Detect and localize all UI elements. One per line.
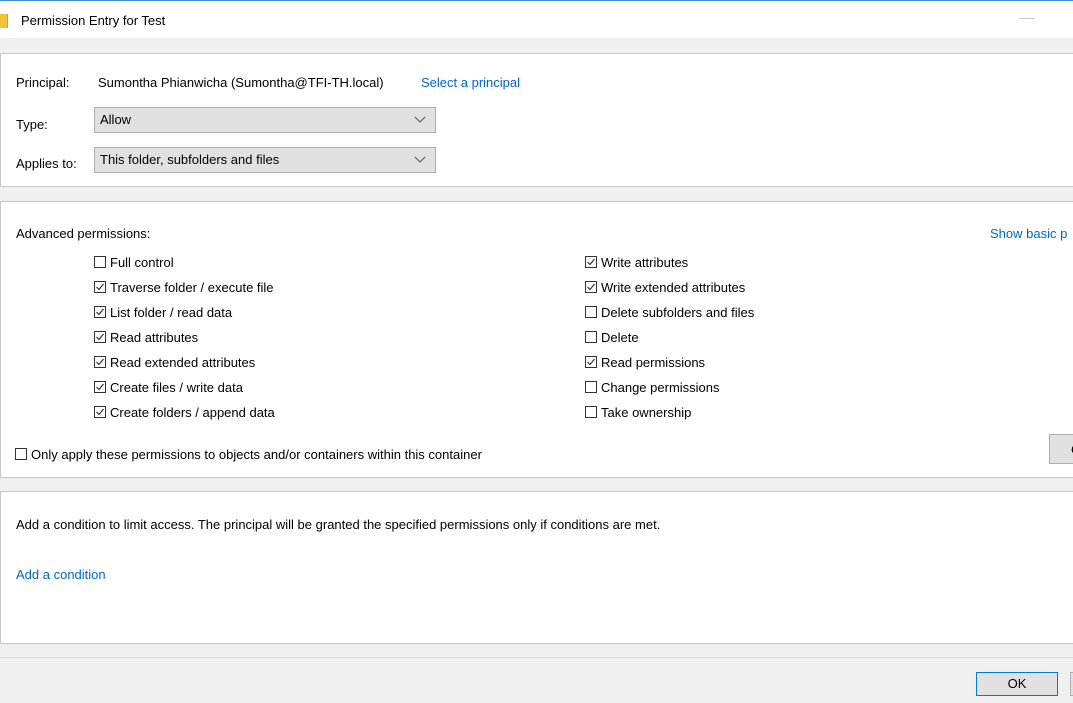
select-principal-link[interactable]: Select a principal	[421, 75, 520, 90]
permission-checkbox[interactable]: Write attributes	[585, 253, 688, 271]
permission-checkbox[interactable]: Create files / write data	[94, 378, 243, 396]
checkbox-checked[interactable]	[94, 306, 106, 318]
checkbox-checked[interactable]	[94, 381, 106, 393]
permission-label: Take ownership	[601, 404, 692, 420]
permission-checkbox[interactable]: Take ownership	[585, 403, 691, 421]
checkbox-checked[interactable]	[94, 406, 106, 418]
permission-label: Create folders / append data	[110, 404, 275, 420]
type-dropdown-value: Allow	[100, 112, 132, 127]
permission-checkbox[interactable]: Change permissions	[585, 378, 720, 396]
permission-checkbox[interactable]: Delete subfolders and files	[585, 303, 754, 321]
advanced-permissions-heading: Advanced permissions:	[16, 226, 151, 241]
type-dropdown[interactable]: Allow	[94, 107, 436, 133]
permission-label: Write extended attributes	[601, 279, 746, 295]
permission-checkbox[interactable]: Write extended attributes	[585, 278, 745, 296]
folder-icon	[0, 14, 8, 28]
checkbox-unchecked[interactable]	[585, 381, 597, 393]
checkbox-unchecked[interactable]	[585, 306, 597, 318]
checkbox-unchecked[interactable]	[585, 331, 597, 343]
permission-label: Read attributes	[110, 329, 199, 345]
chevron-down-icon	[414, 116, 426, 123]
checkbox-checked[interactable]	[585, 281, 597, 293]
checkbox-checked[interactable]	[94, 356, 106, 368]
permission-label: Traverse folder / execute file	[110, 279, 274, 295]
ok-button[interactable]: OK	[976, 672, 1058, 696]
permission-label: Change permissions	[601, 379, 720, 395]
principal-value: Sumontha Phianwicha (Sumontha@TFI-TH.loc…	[98, 75, 384, 90]
permission-checkbox[interactable]: Create folders / append data	[94, 403, 275, 421]
applies-to-dropdown-value: This folder, subfolders and files	[100, 152, 280, 167]
checkbox-checked[interactable]	[585, 356, 597, 368]
window-title: Permission Entry for Test	[21, 13, 166, 28]
permission-label: Create files / write data	[110, 379, 243, 395]
permission-checkbox[interactable]: Traverse folder / execute file	[94, 278, 274, 296]
permission-label: Full control	[110, 254, 174, 270]
checkbox-checked[interactable]	[94, 331, 106, 343]
principal-label: Principal:	[16, 75, 70, 90]
type-label: Type:	[16, 117, 48, 132]
permission-label: Read extended attributes	[110, 354, 256, 370]
checkbox-box[interactable]	[15, 448, 27, 460]
permission-label: Delete subfolders and files	[601, 304, 755, 320]
permission-checkbox[interactable]: Full control	[94, 253, 174, 271]
only-apply-label: Only apply these permissions to objects …	[31, 446, 482, 462]
applies-to-dropdown[interactable]: This folder, subfolders and files	[94, 147, 436, 173]
applies-to-label: Applies to:	[16, 156, 77, 171]
permission-label: List folder / read data	[110, 304, 233, 320]
footer-divider	[0, 657, 1073, 658]
permission-checkbox[interactable]: Read permissions	[585, 353, 705, 371]
title-bar: Permission Entry for Test	[0, 0, 1073, 38]
permission-checkbox[interactable]: List folder / read data	[94, 303, 232, 321]
checkbox-checked[interactable]	[585, 256, 597, 268]
show-basic-permissions-link[interactable]: Show basic p	[990, 226, 1067, 241]
checkbox-unchecked[interactable]	[585, 406, 597, 418]
checkbox-checked[interactable]	[94, 281, 106, 293]
permission-checkbox[interactable]: Delete	[585, 328, 639, 346]
permission-label: Read permissions	[601, 354, 706, 370]
add-condition-link[interactable]: Add a condition	[16, 567, 106, 582]
condition-description: Add a condition to limit access. The pri…	[16, 517, 661, 532]
permission-label: Delete	[601, 329, 639, 345]
chevron-down-icon	[414, 156, 426, 163]
permission-checkbox[interactable]: Read extended attributes	[94, 353, 255, 371]
checkbox-unchecked[interactable]	[94, 256, 106, 268]
minimize-icon[interactable]	[1019, 18, 1035, 19]
condition-panel	[0, 491, 1073, 644]
permission-label: Write attributes	[601, 254, 689, 270]
permission-checkbox[interactable]: Read attributes	[94, 328, 198, 346]
clear-all-button[interactable]: C	[1049, 434, 1073, 464]
only-apply-checkbox[interactable]: Only apply these permissions to objects …	[15, 445, 482, 463]
